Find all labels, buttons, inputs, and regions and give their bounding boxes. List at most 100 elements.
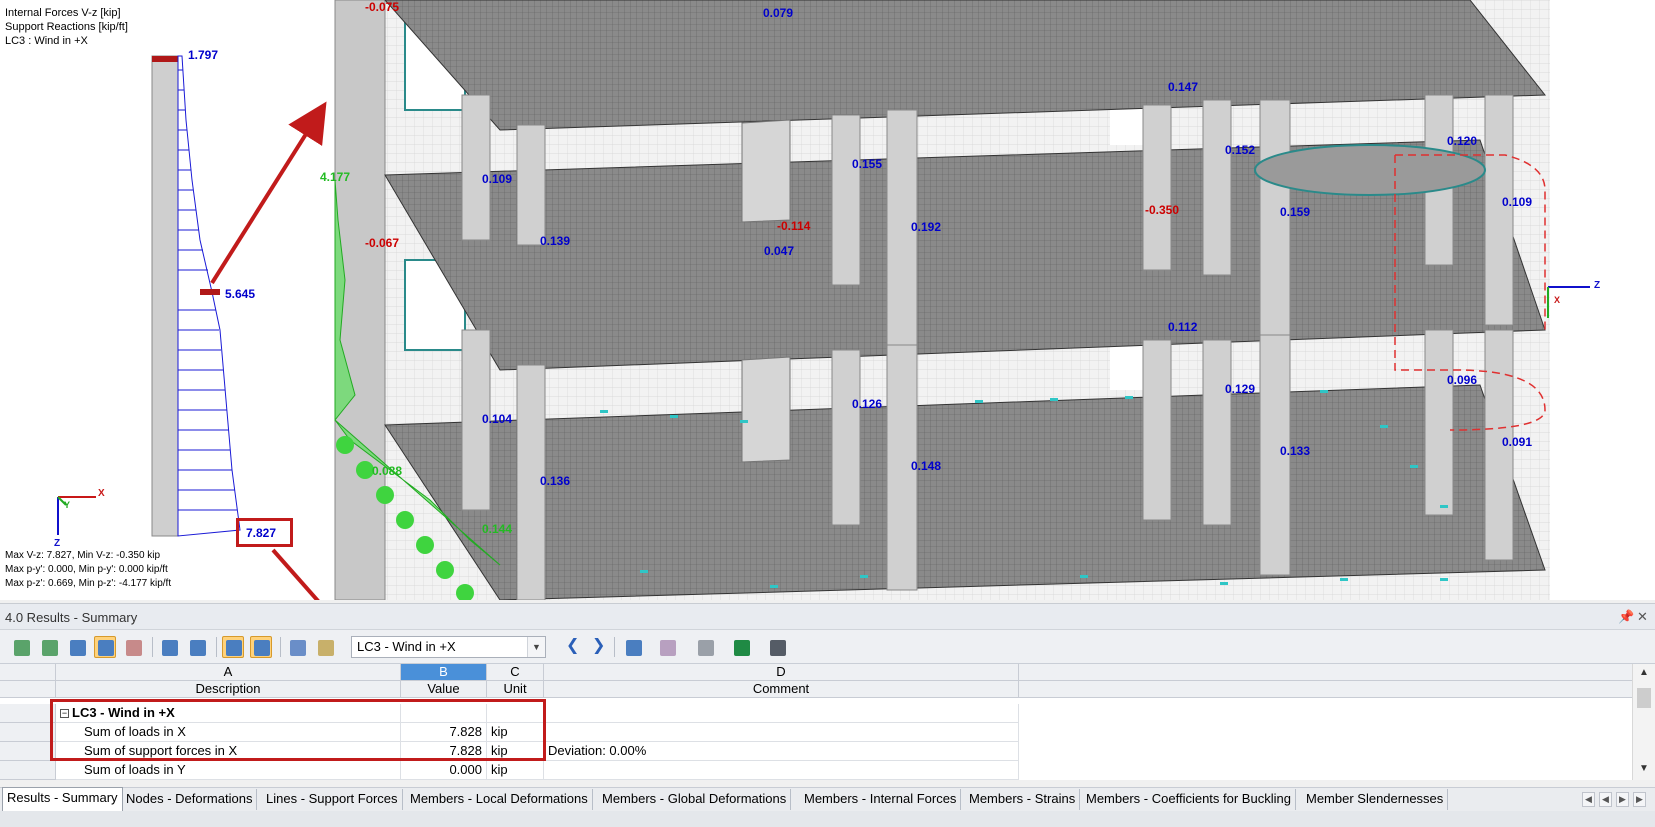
arrow-right-icon[interactable]: ❯ (592, 638, 605, 654)
excel-export-icon[interactable] (730, 636, 752, 658)
result-value-negative: -0.114 (777, 219, 811, 233)
column-letter-a[interactable]: A (56, 664, 401, 681)
model-axis-x-label: X (1554, 295, 1561, 305)
result-value: 0.112 (1168, 320, 1198, 334)
tab-next-icon[interactable]: ▶ (1616, 792, 1629, 807)
member-column (151, 55, 179, 537)
corner-cell (0, 681, 56, 698)
row-header[interactable] (0, 742, 56, 761)
cell-description[interactable]: Sum of loads in Y (56, 761, 401, 780)
column-header-comment[interactable]: Comment (544, 681, 1019, 698)
result-value: 0.133 (1280, 444, 1311, 458)
result-value: 0.091 (1502, 435, 1533, 449)
result-value: 0.109 (1502, 195, 1533, 209)
cell-comment[interactable] (544, 723, 1019, 742)
chevron-down-icon[interactable]: ▼ (527, 637, 545, 657)
tab-nodes-deformations[interactable]: Nodes - Deformations (122, 789, 258, 810)
tab-results-summary[interactable]: Results - Summary (2, 787, 123, 811)
result-value: 0.047 (764, 244, 795, 258)
result-value: 0.139 (540, 234, 571, 248)
tab-member-slendernesses[interactable]: Member Slendernesses (1302, 789, 1449, 810)
result-value-negative: -0.075 (365, 0, 400, 14)
insert-row-icon[interactable] (38, 636, 60, 658)
table-view-icon[interactable] (94, 636, 116, 658)
stats-line: Max p-z': 0.669, Min p-z': -4.177 kip/ft (5, 578, 172, 589)
member-value-middle: 5.645 (225, 287, 256, 301)
result-value: 0.104 (482, 412, 513, 426)
axis-z-label: Z (54, 538, 61, 549)
result-value: 0.096 (1447, 373, 1478, 387)
jump-icon[interactable] (186, 636, 208, 658)
status-bar (0, 811, 1655, 827)
load-case-select[interactable]: LC3 - Wind in +X ▼ (351, 636, 546, 658)
column-setup-icon[interactable] (694, 636, 716, 658)
tab-prev-icon[interactable]: ◀ (1599, 792, 1612, 807)
result-value: 0.152 (1225, 143, 1256, 157)
move-down-icon[interactable] (66, 636, 88, 658)
reactions-title: Support Reactions [kip/ft] (5, 21, 128, 33)
cell-unit[interactable]: kip (487, 761, 544, 780)
load-case-title: LC3 : Wind in +X (5, 35, 88, 47)
calculator-icon[interactable] (766, 636, 788, 658)
row-header[interactable] (0, 761, 56, 780)
axis-x-label: X (98, 488, 105, 499)
arrow-left-icon[interactable]: ❮ (566, 638, 579, 654)
tab-lines-support-forces[interactable]: Lines - Support Forces (262, 789, 403, 810)
edit-icon[interactable] (314, 636, 336, 658)
column-filler (1019, 664, 1632, 681)
pin-icon[interactable]: 📌 (1618, 609, 1634, 625)
column-header-description[interactable]: Description (56, 681, 401, 698)
table-scrollbar[interactable]: ▲ ▼ (1632, 664, 1655, 780)
cell-comment[interactable] (544, 761, 1019, 780)
diagram-title: Internal Forces V-z [kip] (5, 7, 121, 19)
export-icon[interactable] (10, 636, 32, 658)
close-icon[interactable]: ✕ (1637, 609, 1648, 625)
corner-cell (0, 664, 56, 681)
filter-table-icon[interactable] (122, 636, 144, 658)
axis-y-label: Y (64, 500, 71, 510)
column-header-unit[interactable]: Unit (487, 681, 544, 698)
column-letter-d[interactable]: D (544, 664, 1019, 681)
row-header[interactable] (0, 704, 56, 723)
highlight-box-member (236, 518, 293, 547)
tab-members-local-deformations[interactable]: Members - Local Deformations (406, 789, 593, 810)
column-letter-b[interactable]: B (401, 664, 487, 681)
results-panel-header: 4.0 Results - Summary 📌 ✕ (0, 603, 1655, 630)
scroll-down-icon[interactable]: ▼ (1633, 760, 1655, 778)
tab-members-coefficients-buckling[interactable]: Members - Coefficients for Buckling (1082, 789, 1296, 810)
tab-first-icon[interactable]: ◀ (1582, 792, 1595, 807)
result-value: 0.079 (763, 6, 794, 20)
result-value-negative: -0.067 (365, 236, 400, 250)
results-toolbar: LC3 - Wind in +X ▼ ❮ ❯ (0, 630, 1655, 664)
redo-icon[interactable] (250, 636, 272, 658)
cell-comment[interactable]: Deviation: 0.00% (544, 742, 1019, 761)
result-value: 0.148 (911, 459, 942, 473)
column-filler (1019, 681, 1632, 698)
cell-value[interactable]: 0.000 (401, 761, 487, 780)
undo-icon[interactable] (222, 636, 244, 658)
columns-icon[interactable] (286, 636, 308, 658)
scroll-up-icon[interactable]: ▲ (1633, 664, 1655, 682)
tab-last-icon[interactable]: ▶ (1633, 792, 1646, 807)
stats-line: Max p-y': 0.000, Min p-y': 0.000 kip/ft (5, 564, 168, 575)
tab-members-strains[interactable]: Members - Strains (965, 789, 1081, 810)
column-header-value[interactable]: Value (401, 681, 487, 698)
result-value: 0.147 (1168, 80, 1199, 94)
results-table: A B C D Description Value Unit Comment −… (0, 664, 1655, 780)
rfem-window: Internal Forces V-z [kip] Support Reacti… (0, 0, 1655, 827)
model-axis-z-label: Z (1594, 280, 1601, 291)
tab-members-internal-forces[interactable]: Members - Internal Forces (800, 789, 962, 810)
filter-icon[interactable] (622, 636, 644, 658)
result-value: 0.136 (540, 474, 571, 488)
graphics-viewport[interactable]: Internal Forces V-z [kip] Support Reacti… (0, 0, 1655, 600)
result-value: 0.109 (482, 172, 513, 186)
results-tabs: Results - Summary Nodes - Deformations L… (0, 787, 1655, 811)
row-header[interactable] (0, 723, 56, 742)
column-letter-c[interactable]: C (487, 664, 544, 681)
view-result-icon[interactable] (656, 636, 678, 658)
tab-members-global-deformations[interactable]: Members - Global Deformations (598, 789, 792, 810)
scroll-thumb[interactable] (1637, 688, 1651, 708)
import-icon[interactable] (158, 636, 180, 658)
result-value: 0.129 (1225, 382, 1256, 396)
result-value: 0.159 (1280, 205, 1311, 219)
